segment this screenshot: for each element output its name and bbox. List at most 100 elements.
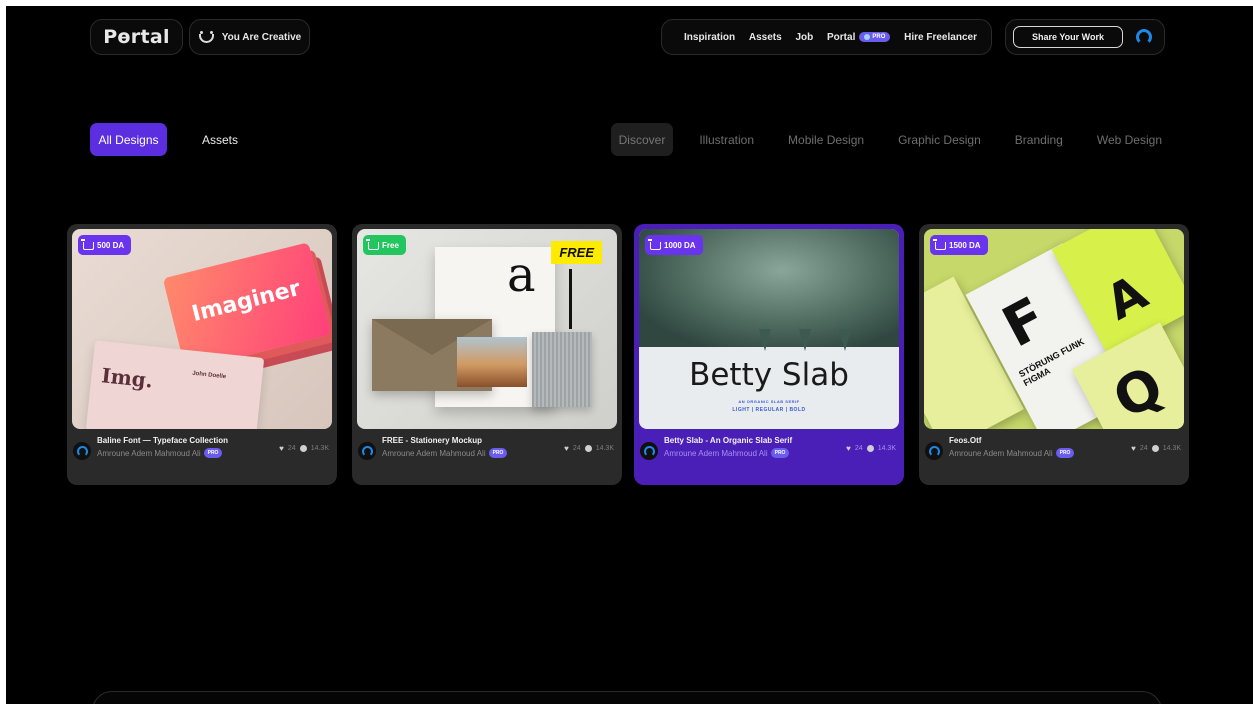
card-thumbnail[interactable]: 1500 DA F STÖRUNG FUNK FIGMA A Q: [924, 229, 1184, 429]
card-author[interactable]: Amroune Adem Mahmoud Ali PRO: [949, 448, 1075, 458]
heart-icon[interactable]: ♥: [1131, 444, 1136, 453]
nav-hire-freelancer[interactable]: Hire Freelancer: [904, 32, 977, 43]
card-title[interactable]: Betty Slab - An Organic Slab Serif: [664, 436, 792, 445]
heart-icon[interactable]: ♥: [279, 444, 284, 453]
page: Pөrtal You Are Creative Inspiration Asse…: [6, 6, 1253, 704]
heart-icon[interactable]: ♥: [846, 444, 851, 453]
fabric-swatch: [532, 332, 592, 407]
price-label: 1000 DA: [664, 240, 696, 250]
price-label: 500 DA: [97, 240, 125, 250]
design-card[interactable]: 1000 DA Betty Slab AN ORGANIC SLAB SERIF…: [634, 224, 904, 485]
views-count: 14.3K: [310, 445, 329, 452]
author-avatar[interactable]: [925, 442, 943, 460]
card-thumbnail[interactable]: 500 DA Imaginer Img. John Doelle: [72, 229, 332, 429]
bottom-bar: [92, 691, 1162, 704]
card-stats: ♥ 24 14.3K: [1131, 444, 1181, 453]
views-count: 14.3K: [1162, 445, 1181, 452]
main-nav: Inspiration Assets Job Portal PRO Hire F…: [661, 19, 992, 55]
cart-icon: [81, 239, 94, 250]
tagline-text: You Are Creative: [221, 31, 302, 43]
category-illustration[interactable]: Illustration: [691, 123, 762, 156]
author-name: Amroune Adem Mahmoud Ali: [949, 448, 1053, 458]
share-pill: Share Your Work: [1005, 19, 1165, 55]
heart-icon[interactable]: ♥: [564, 444, 569, 453]
author-name: Amroune Adem Mahmoud Ali: [382, 448, 486, 458]
category-web-design[interactable]: Web Design: [1089, 123, 1170, 156]
art-text: Img.: [100, 363, 155, 393]
price-badge: Free: [363, 235, 406, 255]
card-title[interactable]: Baline Font — Typeface Collection: [97, 436, 228, 445]
card-thumbnail[interactable]: Free a FREE: [357, 229, 617, 429]
avatar-icon: [361, 445, 373, 457]
tagline-pill[interactable]: You Are Creative: [189, 19, 310, 55]
crown-spike: [839, 329, 851, 351]
art-text: AN ORGANIC SLAB SERIF: [738, 399, 800, 404]
nav-portal-label: Portal: [827, 31, 856, 43]
design-card[interactable]: 1500 DA F STÖRUNG FUNK FIGMA A Q Feos.Otf…: [919, 224, 1189, 485]
author-name: Amroune Adem Mahmoud Ali: [664, 448, 768, 458]
likes-count: 24: [854, 445, 863, 452]
author-avatar[interactable]: [358, 442, 376, 460]
art-text: A: [1097, 264, 1157, 332]
author-avatar[interactable]: [73, 442, 91, 460]
pro-badge: PRO: [488, 448, 508, 458]
free-tag: FREE: [551, 241, 602, 264]
design-card[interactable]: Free a FREE FREE - Stationery Mockup Amr…: [352, 224, 622, 485]
art-text: Betty Slab: [689, 357, 849, 393]
card-thumbnail[interactable]: 1000 DA Betty Slab AN ORGANIC SLAB SERIF…: [639, 229, 899, 429]
avatar-icon: [928, 445, 940, 457]
price-badge: 500 DA: [78, 235, 132, 255]
pro-badge: PRO: [203, 448, 223, 458]
logo-pill[interactable]: Pөrtal: [90, 19, 183, 55]
card-stats: ♥ 24 14.3K: [564, 444, 614, 453]
author-avatar[interactable]: [640, 442, 658, 460]
category-filter: Discover Illustration Mobile Design Grap…: [610, 123, 1170, 156]
desert-photo: [457, 337, 527, 387]
views-count: 14.3K: [595, 445, 614, 452]
card-author[interactable]: Amroune Adem Mahmoud Ali PRO: [664, 448, 790, 458]
art-text: a: [507, 247, 536, 303]
pro-badge: PRO: [1055, 448, 1075, 458]
art-text: Q: [1103, 353, 1174, 429]
category-mobile-design[interactable]: Mobile Design: [780, 123, 872, 156]
share-your-work-button[interactable]: Share Your Work: [1013, 26, 1123, 48]
user-avatar-icon[interactable]: [1136, 29, 1152, 45]
category-graphic-design[interactable]: Graphic Design: [890, 123, 989, 156]
pro-badge-label: PRO: [872, 34, 886, 40]
art-text: John Doelle: [191, 370, 227, 381]
cart-icon: [933, 239, 946, 250]
pro-icon: [864, 34, 871, 40]
nav-inspiration[interactable]: Inspiration: [684, 32, 735, 43]
price-badge: 1500 DA: [930, 235, 988, 255]
eye-icon: [866, 445, 874, 452]
crown-spike: [799, 329, 811, 351]
card-author[interactable]: Amroune Adem Mahmoud Ali PRO: [97, 448, 223, 458]
design-card[interactable]: 500 DA Imaginer Img. John Doelle Baline …: [67, 224, 337, 485]
eye-icon: [584, 445, 592, 452]
smile-icon: [198, 31, 215, 43]
category-branding[interactable]: Branding: [1007, 123, 1071, 156]
price-badge: 1000 DA: [645, 235, 703, 255]
card-author[interactable]: Amroune Adem Mahmoud Ali PRO: [382, 448, 508, 458]
crown-spike: [759, 329, 771, 351]
art-text: Imaginer: [189, 276, 303, 328]
eye-icon: [299, 445, 307, 452]
nav-portal[interactable]: Portal PRO: [827, 31, 891, 43]
card-stats: ♥ 24 14.3K: [846, 444, 896, 453]
logo[interactable]: Pөrtal: [103, 26, 170, 48]
category-discover[interactable]: Discover: [610, 123, 674, 156]
nav-job[interactable]: Job: [795, 32, 813, 43]
card-title[interactable]: FREE - Stationery Mockup: [382, 436, 482, 445]
price-label: Free: [382, 240, 399, 250]
pen: [569, 269, 572, 329]
art-text: F: [992, 285, 1057, 361]
avatar-icon: [643, 445, 655, 457]
art-text: LIGHT | REGULAR | BOLD: [732, 407, 806, 413]
tab-assets[interactable]: Assets: [186, 123, 254, 156]
avatar-icon: [76, 445, 88, 457]
card-title[interactable]: Feos.Otf: [949, 436, 981, 445]
likes-count: 24: [1139, 445, 1148, 452]
nav-assets[interactable]: Assets: [749, 32, 782, 43]
pro-badge: PRO: [859, 32, 891, 42]
tab-all-designs[interactable]: All Designs: [90, 123, 167, 156]
